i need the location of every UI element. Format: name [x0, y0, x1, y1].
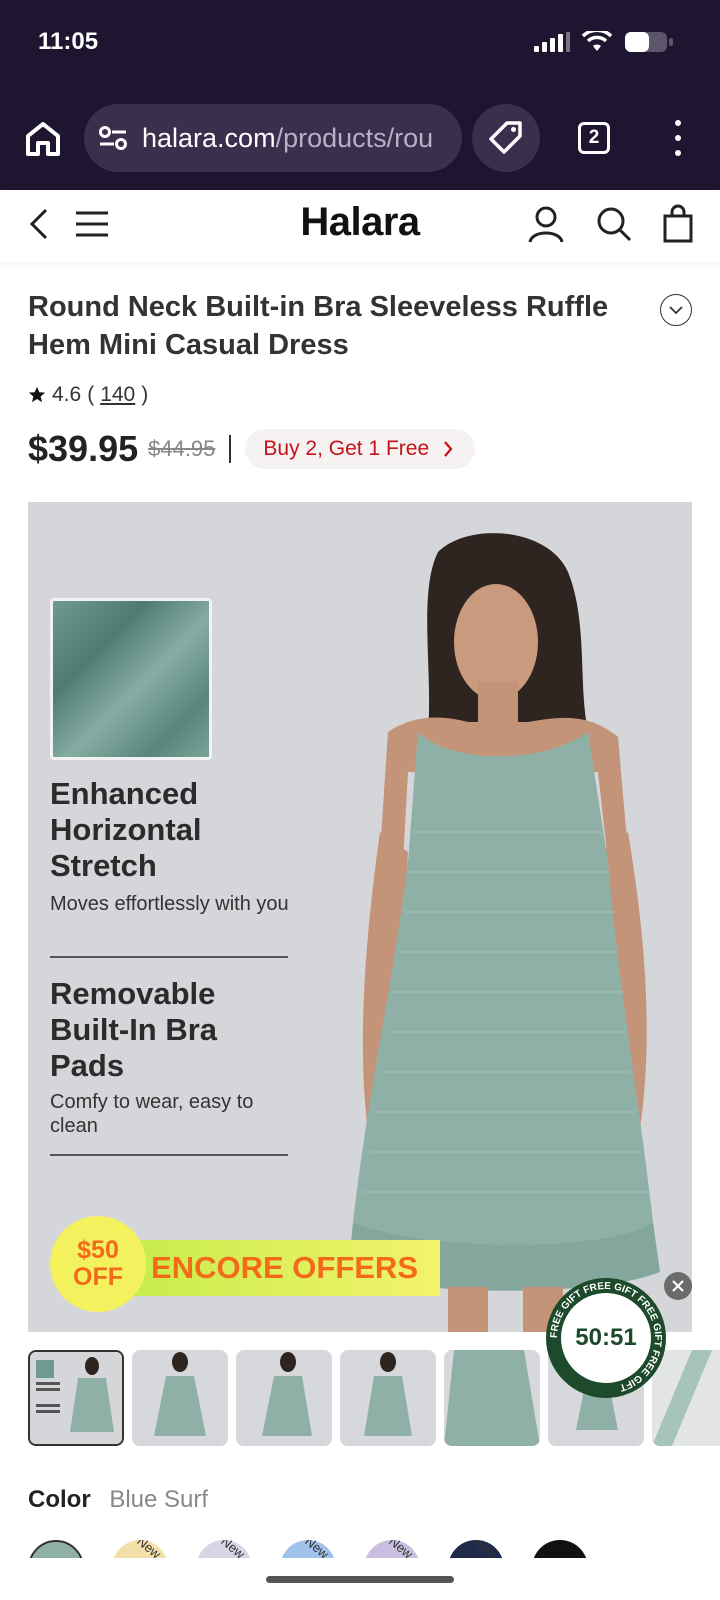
browser-toolbar: halara.com/products/rou 2 [0, 102, 720, 174]
timer-close-button[interactable] [664, 1272, 692, 1300]
site-settings-icon[interactable] [98, 125, 128, 151]
tag-icon [489, 121, 522, 154]
timer-ring: FREE GIFT FREE GIFT FREE GIFT FREE GIFT [549, 1281, 663, 1393]
home-icon [26, 122, 60, 156]
status-time: 11:05 [38, 28, 99, 55]
rating-paren-close: ) [141, 383, 149, 406]
discount-badge: $50 OFF [50, 1216, 146, 1312]
menu-dot [675, 150, 681, 156]
rating-value: 4.6 [52, 383, 82, 406]
browser-menu-button[interactable] [668, 120, 688, 156]
encore-text: ENCORE OFFERS [151, 1250, 418, 1285]
url-domain: halara.com [142, 122, 276, 153]
promo-label: Buy 2, Get 1 Free [263, 437, 430, 460]
rating-paren-open: ( [87, 383, 95, 406]
feature2-title: Removable Built-In Bra Pads [50, 976, 218, 1083]
model-photo [348, 533, 660, 1332]
color-swatch-row: New New New New New [28, 1540, 720, 1558]
wifi-icon [582, 31, 612, 51]
url-text: halara.com/products/rou [142, 123, 433, 154]
encore-offers-banner[interactable]: ENCORE OFFERS $50 OFF [50, 1216, 440, 1312]
color-swatch[interactable] [532, 1540, 588, 1558]
status-icons [534, 30, 674, 54]
home-indicator[interactable] [266, 1576, 454, 1583]
browser-chrome: 11:05 halara.com/products/rou 2 [0, 0, 720, 190]
thumbnail-image [30, 1352, 122, 1444]
badge-off: OFF [73, 1263, 123, 1291]
timer-ring-text: FREE GIFT FREE GIFT FREE GIFT FREE GIFT [549, 1281, 663, 1393]
signal-icon [534, 32, 570, 52]
thumbnail[interactable] [444, 1350, 540, 1446]
product-hero-image[interactable]: Enhanced Horizontal Stretch Moves effort… [28, 502, 692, 1332]
thumbnail[interactable] [340, 1350, 436, 1446]
product-rating: 4.6 ( 140 ) [28, 383, 148, 407]
thumbnail[interactable] [28, 1350, 124, 1446]
price-row: $39.95 $44.95 Buy 2, Get 1 Free [28, 428, 476, 470]
thumbnail-image [444, 1350, 540, 1446]
feature-divider [50, 956, 288, 958]
thumbnail-image [132, 1350, 228, 1446]
title-expand-button[interactable] [660, 294, 692, 326]
url-path: /products/rou [275, 122, 434, 153]
badge-amount: $50 [77, 1236, 119, 1264]
fabric-closeup-image [50, 598, 212, 760]
menu-dot [675, 135, 681, 141]
chevron-right-icon [444, 441, 453, 457]
free-gift-timer[interactable]: FREE GIFT FREE GIFT FREE GIFT FREE GIFT … [546, 1278, 666, 1398]
original-price: $44.95 [148, 436, 216, 461]
cart-icon[interactable] [658, 204, 698, 244]
feature1-subtitle: Moves effortlessly with you [50, 893, 289, 915]
feature2-subtitle: Comfy to wear, easy to clean [50, 1091, 254, 1137]
menu-dot [675, 120, 681, 126]
tab-switcher-button[interactable]: 2 [578, 122, 610, 154]
color-value: Blue Surf [109, 1486, 209, 1513]
account-icon[interactable] [526, 204, 566, 244]
review-count-link[interactable]: 140 [100, 383, 135, 407]
address-bar[interactable]: halara.com/products/rou [84, 104, 462, 172]
svg-text:FREE GIFT FREE GIFT FREE GIFT: FREE GIFT FREE GIFT FREE GIFT FREE GIFT [549, 1281, 663, 1393]
thumbnail-image [340, 1350, 436, 1446]
color-swatch[interactable] [28, 1540, 84, 1558]
price-tag-button[interactable] [472, 104, 540, 172]
color-selector-header: Color Blue Surf [28, 1486, 208, 1514]
thumbnail[interactable] [236, 1350, 332, 1446]
current-price: $39.95 [28, 428, 139, 469]
close-icon [672, 1280, 684, 1292]
encore-bar: ENCORE OFFERS [110, 1240, 440, 1296]
promo-button[interactable]: Buy 2, Get 1 Free [245, 429, 476, 469]
chevron-down-icon [669, 306, 683, 315]
color-label: Color [28, 1486, 91, 1513]
product-title: Round Neck Built-in Bra Sleeveless Ruffl… [28, 291, 609, 361]
star-icon [28, 386, 46, 403]
home-button[interactable] [20, 116, 66, 162]
battery-icon [625, 32, 673, 52]
price-divider [229, 435, 232, 463]
thumbnail-image [236, 1350, 332, 1446]
feature-divider [50, 1154, 288, 1156]
site-header: Halara [0, 190, 720, 262]
feature1-title: Enhanced Horizontal Stretch [50, 776, 202, 883]
search-icon[interactable] [594, 204, 634, 244]
thumbnail[interactable] [132, 1350, 228, 1446]
